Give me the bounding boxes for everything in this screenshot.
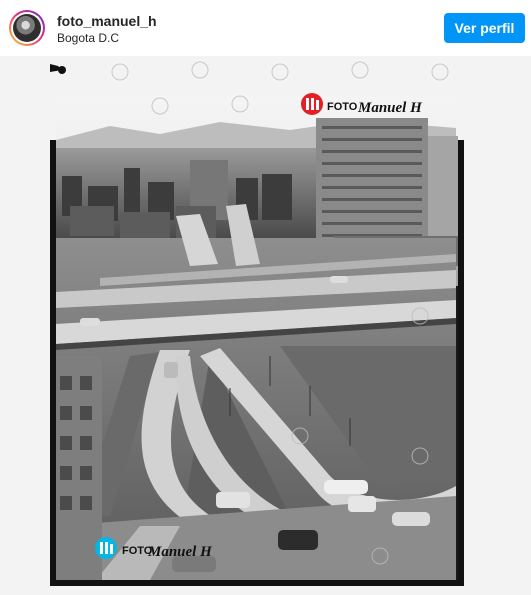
avatar-image <box>13 14 41 42</box>
svg-text:Manuel H: Manuel H <box>357 100 423 116</box>
username-link[interactable]: foto_manuel_h <box>57 13 157 29</box>
svg-text:FOTO: FOTO <box>327 101 358 113</box>
historic-photo-bogota: FOTO Manuel H FOTO Manuel H <box>0 56 531 595</box>
location-link[interactable]: Bogota D.C <box>57 31 119 45</box>
post-header: foto_manuel_h Bogota D.C Ver perfil <box>0 0 531 56</box>
view-profile-button[interactable]: Ver perfil <box>444 13 525 43</box>
avatar[interactable] <box>9 10 45 46</box>
post-photo[interactable]: FOTO Manuel H FOTO Manuel H <box>0 56 531 595</box>
svg-text:Manuel H: Manuel H <box>147 544 213 560</box>
avatar-ring <box>11 12 43 44</box>
